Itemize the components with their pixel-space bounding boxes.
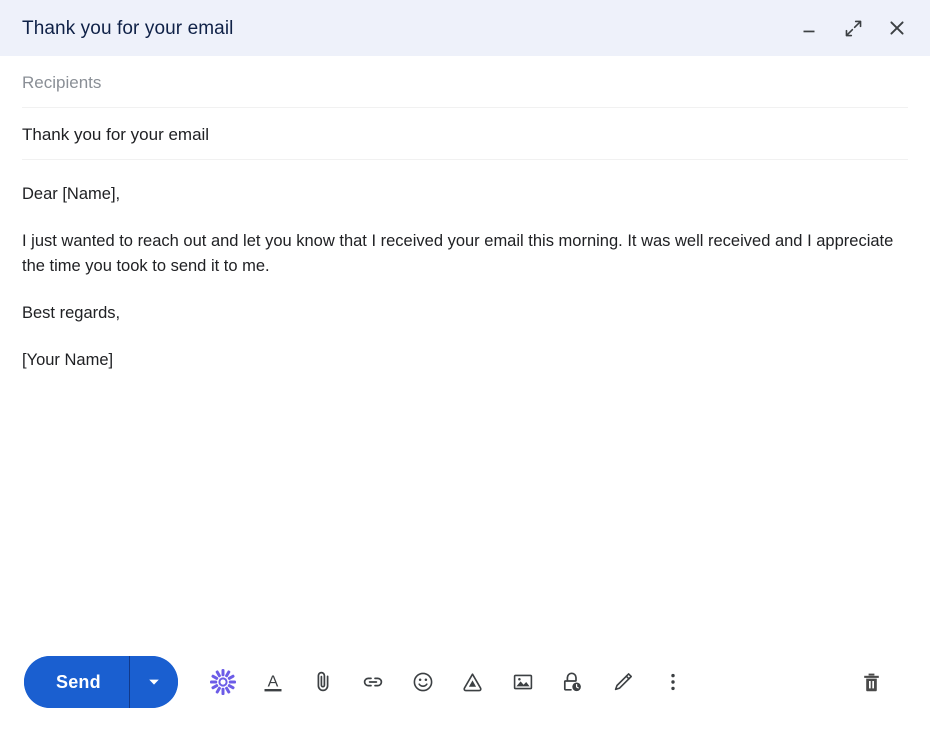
more-options-icon[interactable] bbox=[648, 658, 698, 706]
body-paragraph-signature: [Your Name] bbox=[22, 351, 114, 370]
send-button[interactable]: Send bbox=[24, 656, 129, 708]
subject-field[interactable]: Thank you for your email bbox=[0, 108, 930, 160]
toolbar-icon-row: A bbox=[198, 658, 698, 706]
minimize-button[interactable] bbox=[796, 15, 822, 41]
page-title: Thank you for your email bbox=[22, 18, 234, 38]
expand-button[interactable] bbox=[840, 15, 866, 41]
send-options-dropdown[interactable] bbox=[129, 656, 178, 708]
insert-drive-icon[interactable] bbox=[448, 658, 498, 706]
gemini-sparkle-icon[interactable] bbox=[198, 658, 248, 706]
compose-window: Thank you for your email Recipients Than… bbox=[0, 0, 930, 731]
insert-signature-icon[interactable] bbox=[598, 658, 648, 706]
compose-header: Thank you for your email bbox=[0, 0, 930, 56]
insert-link-icon[interactable] bbox=[348, 658, 398, 706]
body-paragraph-main: I just wanted to reach out and let you k… bbox=[22, 232, 894, 276]
send-split-button[interactable]: Send bbox=[24, 656, 178, 708]
close-button[interactable] bbox=[884, 15, 910, 41]
attach-file-icon[interactable] bbox=[298, 658, 348, 706]
discard-draft-icon[interactable] bbox=[848, 659, 894, 705]
window-controls bbox=[796, 15, 910, 41]
insert-photo-icon[interactable] bbox=[498, 658, 548, 706]
recipients-field[interactable]: Recipients bbox=[0, 56, 930, 108]
subject-input-value: Thank you for your email bbox=[22, 124, 210, 144]
body-paragraph-closing: Best regards, bbox=[22, 304, 121, 323]
insert-emoji-icon[interactable] bbox=[398, 658, 448, 706]
confidential-mode-icon[interactable] bbox=[548, 658, 598, 706]
message-body[interactable]: Dear [Name], I just wanted to reach out … bbox=[0, 160, 930, 645]
body-paragraph-greeting: Dear [Name], bbox=[22, 185, 121, 203]
svg-text:A: A bbox=[267, 674, 278, 691]
compose-toolbar: Send A bbox=[0, 645, 930, 731]
formatting-options-icon[interactable]: A bbox=[248, 658, 298, 706]
recipients-placeholder: Recipients bbox=[22, 72, 102, 92]
